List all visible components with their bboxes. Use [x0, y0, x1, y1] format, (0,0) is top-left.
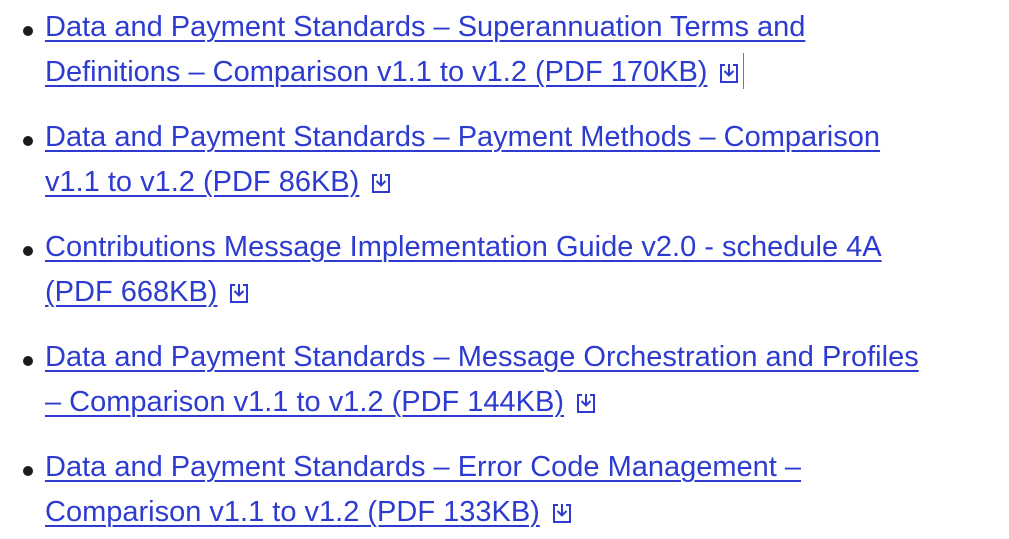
- link-text-line-2: (PDF 668KB): [45, 276, 218, 308]
- bullet: [23, 356, 33, 366]
- bullet: [23, 246, 33, 256]
- document-link-contributions-guide[interactable]: Contributions Message Implementation Gui…: [45, 225, 995, 315]
- download-icon: [371, 173, 391, 194]
- bullet: [23, 136, 33, 146]
- list-item: Data and Payment Standards – Superannuat…: [0, 5, 1009, 95]
- link-text-line-1: Data and Payment Standards – Payment Met…: [45, 121, 881, 153]
- link-text-line-1: Data and Payment Standards – Message Orc…: [45, 341, 919, 373]
- link-text-line-1: Contributions Message Implementation Gui…: [45, 231, 882, 263]
- list-item: Data and Payment Standards – Message Orc…: [0, 335, 1009, 425]
- document-link-payment-methods[interactable]: Data and Payment Standards – Payment Met…: [45, 115, 995, 205]
- link-text-line-2: Definitions – Comparison v1.1 to v1.2 (P…: [45, 56, 708, 88]
- download-icon: [229, 283, 249, 304]
- download-icon: [552, 503, 572, 524]
- link-text-line-1: Data and Payment Standards – Superannuat…: [45, 11, 806, 43]
- download-icon: [576, 393, 596, 414]
- text-cursor: [743, 53, 745, 89]
- document-link-message-orchestration[interactable]: Data and Payment Standards – Message Orc…: [45, 335, 995, 425]
- link-text-line-2: v1.1 to v1.2 (PDF 86KB): [45, 166, 360, 198]
- list-item: Contributions Message Implementation Gui…: [0, 225, 1009, 315]
- list-item: Data and Payment Standards – Error Code …: [0, 445, 1009, 535]
- link-text-line-2: Comparison v1.1 to v1.2 (PDF 133KB): [45, 496, 540, 528]
- download-icon: [719, 63, 739, 84]
- document-link-error-code-management[interactable]: Data and Payment Standards – Error Code …: [45, 445, 995, 535]
- link-text-line-2: – Comparison v1.1 to v1.2 (PDF 144KB): [45, 386, 565, 418]
- link-text-line-1: Data and Payment Standards – Error Code …: [45, 451, 802, 483]
- bullet: [23, 466, 33, 476]
- bullet: [23, 26, 33, 36]
- document-link-superannuation-terms[interactable]: Data and Payment Standards – Superannuat…: [45, 5, 995, 95]
- list-item: Data and Payment Standards – Payment Met…: [0, 115, 1009, 205]
